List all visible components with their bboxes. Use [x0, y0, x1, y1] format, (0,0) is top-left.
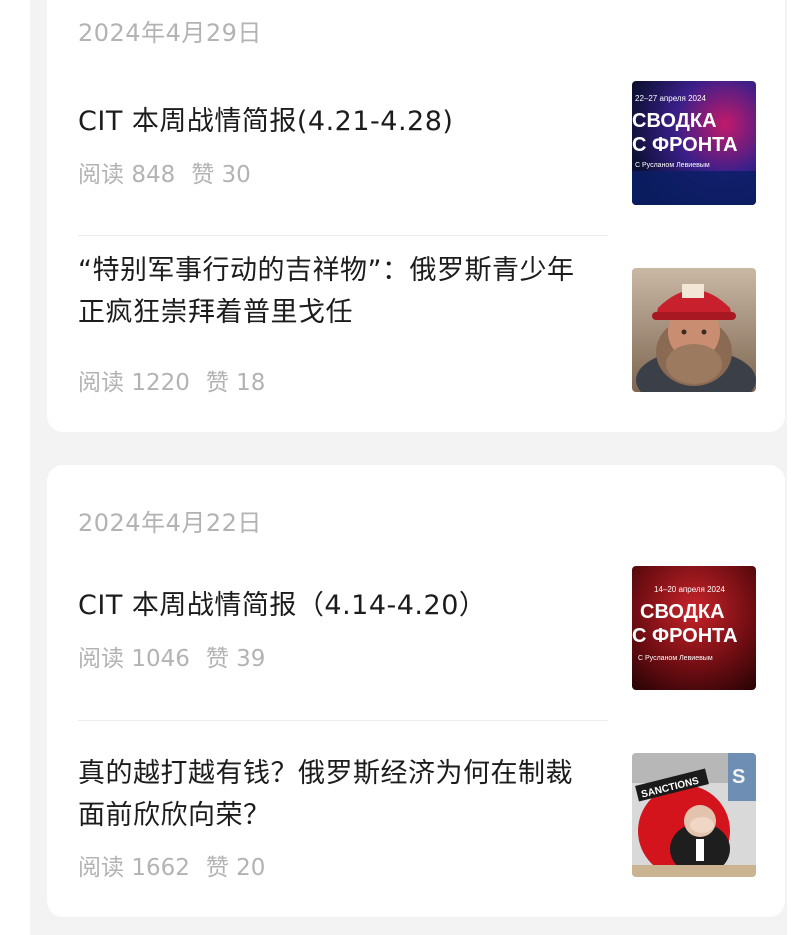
date-group-card: 2024年4月29日 CIT 本周战情简报(4.21-4.28) 阅读 848 赞… — [47, 0, 785, 432]
svodka-s-fronta-cover-icon[interactable]: 14–20 апреля 2024 СВОДКА С ФРОНТА С Русл… — [632, 566, 756, 690]
read-count: 阅读 1662 — [78, 855, 190, 881]
like-count: 赞 20 — [205, 855, 266, 881]
like-count: 赞 39 — [205, 646, 266, 672]
article-title[interactable]: 真的越打越有钱？俄罗斯经济为何在制裁面前欣欣向荣？ — [78, 753, 598, 837]
svg-text:СВОДКА: СВОДКА — [640, 601, 725, 623]
read-count: 阅读 848 — [78, 162, 176, 188]
group-date: 2024年4月22日 — [78, 509, 262, 537]
article-title[interactable]: “特别军事行动的吉祥物”：俄罗斯青少年正疯狂崇拜着普里戈任 — [78, 250, 598, 334]
article-stats: 阅读 848 赞 30 — [78, 155, 251, 189]
page-left-margin — [0, 0, 30, 935]
sanctions-collage-icon[interactable]: S SANCTIONS — [632, 753, 756, 877]
group-date: 2024年4月29日 — [78, 19, 262, 47]
read-count: 阅读 1220 — [78, 370, 190, 396]
svg-text:СВОДКА: СВОДКА — [632, 110, 717, 132]
bearded-man-red-cap-photo-icon[interactable] — [632, 268, 756, 392]
article-stats: 阅读 1220 赞 18 — [78, 363, 265, 397]
svg-text:С Русланом Левиевым: С Русланом Левиевым — [638, 655, 713, 662]
article-title[interactable]: CIT 本周战情简报（4.14-4.20） — [78, 585, 598, 627]
svg-text:S: S — [732, 766, 745, 788]
svg-text:С ФРОНТА: С ФРОНТА — [632, 134, 738, 156]
article-stats: 阅读 1046 赞 39 — [78, 639, 265, 673]
svg-text:С Русланом Левиевым: С Русланом Левиевым — [635, 162, 710, 169]
date-group-card: 2024年4月22日 CIT 本周战情简报（4.14-4.20） 阅读 1046… — [47, 465, 785, 917]
read-count: 阅读 1046 — [78, 646, 190, 672]
article-divider — [78, 235, 608, 236]
article-divider — [78, 720, 608, 721]
article-title[interactable]: CIT 本周战情简报(4.21-4.28) — [78, 101, 598, 143]
svg-text:22–27 апреля 2024: 22–27 апреля 2024 — [635, 94, 706, 103]
like-count: 赞 18 — [205, 370, 266, 396]
svodka-s-fronta-cover-icon[interactable]: 22–27 апреля 2024 СВОДКА С ФРОНТА С Русл… — [632, 81, 756, 205]
svg-text:14–20 апреля 2024: 14–20 апреля 2024 — [654, 585, 725, 594]
article-stats: 阅读 1662 赞 20 — [78, 848, 265, 882]
page-right-margin — [787, 0, 803, 935]
like-count: 赞 30 — [191, 162, 251, 188]
svg-text:С ФРОНТА: С ФРОНТА — [632, 625, 738, 647]
